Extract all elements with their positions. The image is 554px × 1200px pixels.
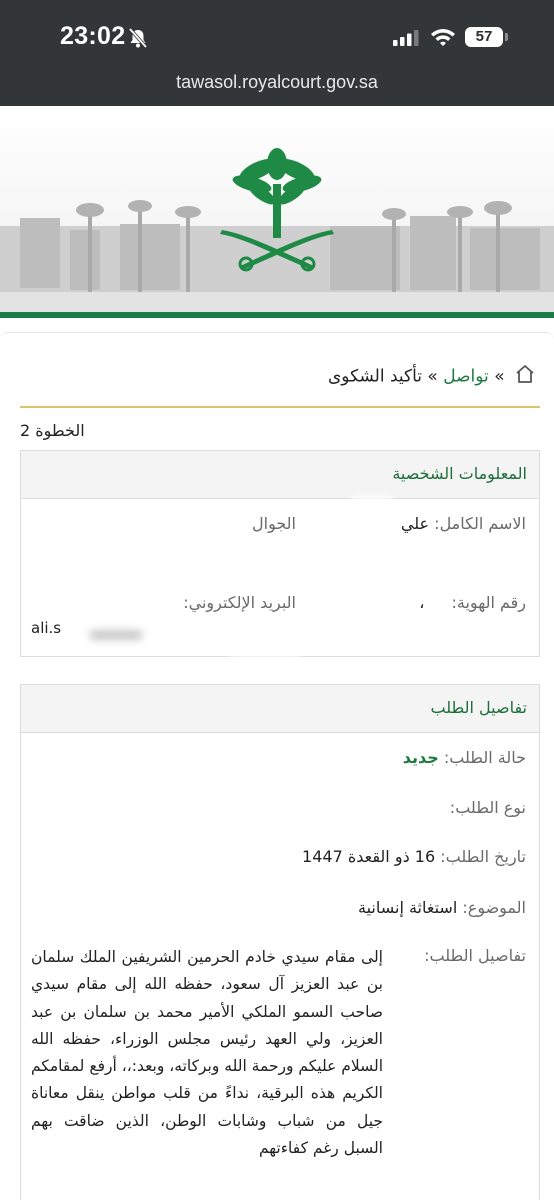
date-row: تاريخ الطلب: 16 ذو القعدة 1447 <box>302 847 526 866</box>
full-name-label: الاسم الكامل: <box>434 514 526 533</box>
status-label: حالة الطلب: <box>443 748 526 767</box>
breadcrumb-current: تأكيد الشكوى <box>328 366 423 387</box>
type-label: نوع الطلب: <box>449 798 526 817</box>
status-badge: جديد <box>402 748 439 767</box>
details-row: تفاصيل الطلب: <box>424 946 526 965</box>
personal-info-panel: المعلومات الشخصية <box>20 450 540 657</box>
full-name-value: علي <box>400 514 430 533</box>
redaction-mark <box>90 630 142 640</box>
type-row: نوع الطلب: <box>450 798 526 817</box>
email-label: البريد الإلكتروني: <box>183 593 296 612</box>
clock: 23:02 <box>60 22 126 50</box>
redaction-mark <box>352 496 392 510</box>
url-bar[interactable]: tawasol.royalcourt.gov.sa <box>0 72 554 93</box>
breadcrumb-link-tawasol[interactable]: تواصل <box>443 367 489 387</box>
mobile-row: الجوال <box>252 514 296 533</box>
date-value: 16 ذو القعدة 1447 <box>302 847 436 866</box>
step-indicator: الخطوة 2 <box>20 421 85 440</box>
status-row: حالة الطلب: جديد <box>403 748 526 767</box>
battery-level: 57 <box>475 28 493 45</box>
subject-label: الموضوع: <box>462 898 526 917</box>
battery-icon: 57 <box>465 27 503 47</box>
bell-slash-icon <box>128 27 148 49</box>
battery-tip <box>505 33 508 41</box>
id-value: ، <box>419 593 425 612</box>
breadcrumb-separator: » <box>494 366 505 387</box>
home-icon[interactable] <box>514 364 536 389</box>
breadcrumb-separator: » <box>427 366 438 387</box>
mobile-label: الجوال <box>252 514 296 533</box>
email-row: البريد الإلكتروني: <box>183 593 296 612</box>
full-name-row: الاسم الكامل: علي <box>401 514 526 533</box>
email-value: ali.s <box>31 619 62 637</box>
redaction-mark <box>230 640 300 658</box>
header-banner <box>0 106 554 312</box>
subject-row: الموضوع: استغاثة إنسانية <box>358 898 526 917</box>
subject-value: استغاثة إنسانية <box>357 898 458 917</box>
wifi-icon <box>431 29 455 46</box>
status-bar: 23:02 57 tawasol.royalcourt.gov.sa <box>0 0 554 106</box>
date-label: تاريخ الطلب: <box>440 847 526 866</box>
cellular-signal-icon <box>393 30 419 46</box>
panel-title: المعلومات الشخصية <box>21 451 539 499</box>
header-divider <box>0 312 554 318</box>
details-label: تفاصيل الطلب: <box>424 946 526 965</box>
id-label: رقم الهوية: <box>451 593 527 612</box>
breadcrumb: » تواصل » تأكيد الشكوى <box>328 364 536 389</box>
saudi-emblem-logo <box>220 148 334 272</box>
id-row: رقم الهوية: ، <box>419 593 526 612</box>
breadcrumb-divider <box>20 406 540 408</box>
panel-title: تفاصيل الطلب <box>21 685 539 733</box>
details-text: إلى مقام سيدي خادم الحرمين الشريفين المل… <box>30 948 383 1158</box>
